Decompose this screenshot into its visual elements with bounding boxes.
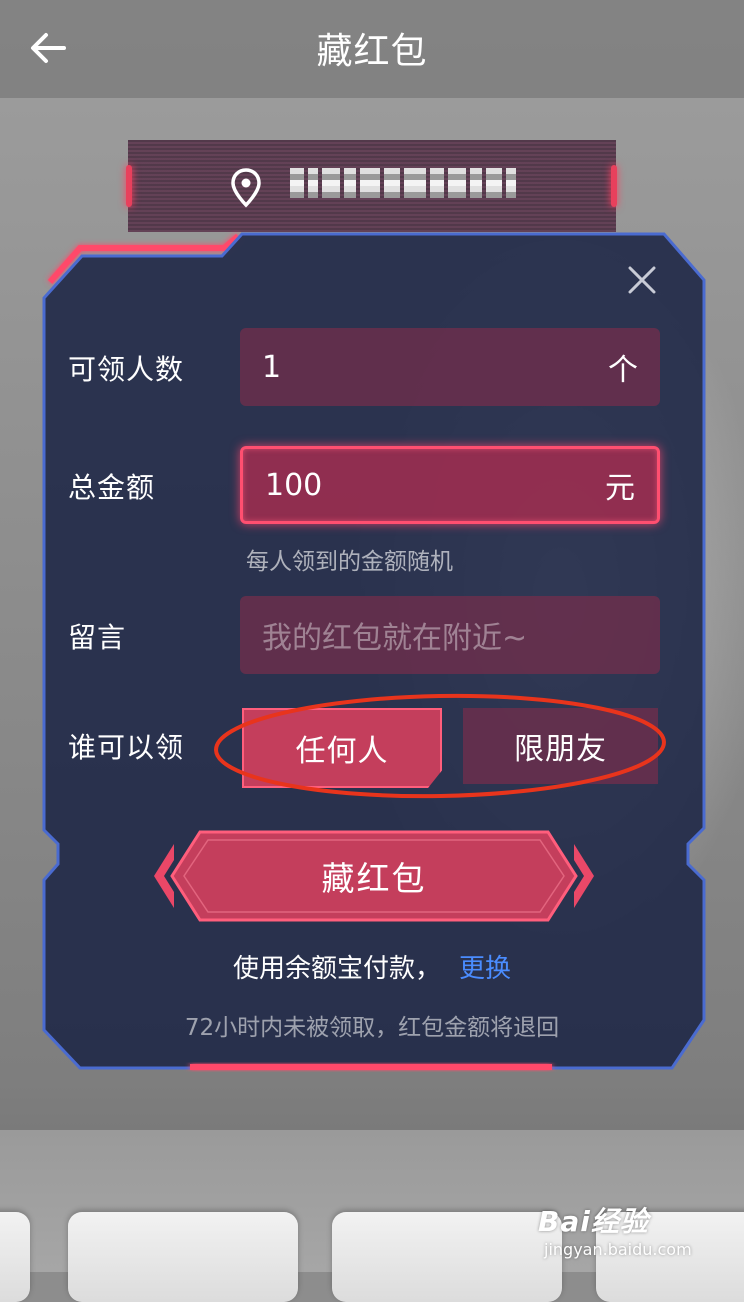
who-can-claim-label: 谁可以领 bbox=[68, 731, 185, 764]
watermark-brand: Bai经验 bbox=[538, 1205, 649, 1238]
count-unit: 个 bbox=[608, 353, 638, 388]
count-value: 1 bbox=[262, 349, 282, 385]
close-button[interactable] bbox=[620, 258, 664, 302]
message-placeholder: 我的红包就在附近~ bbox=[262, 621, 528, 656]
baidu-jingyan-watermark: Bai经验 jingyan.baidu.com bbox=[538, 1200, 728, 1264]
payment-info: 使用余额宝付款， 更换 bbox=[0, 948, 744, 985]
hide-red-packet-button[interactable]: 藏红包 bbox=[180, 832, 568, 920]
change-payment-link[interactable]: 更换 bbox=[459, 954, 511, 984]
amount-hint: 每人领到的金额随机 bbox=[246, 549, 453, 575]
message-label: 留言 bbox=[68, 621, 127, 654]
payment-method-text: 使用余额宝付款， bbox=[232, 954, 441, 984]
count-input[interactable]: 1 个 bbox=[240, 328, 660, 406]
amount-label: 总金额 bbox=[68, 471, 156, 504]
message-input[interactable]: 我的红包就在附近~ bbox=[240, 596, 660, 674]
annotation-ellipse bbox=[214, 693, 666, 799]
close-icon bbox=[628, 266, 656, 294]
refund-note: 72小时内未被领取，红包金额将退回 bbox=[184, 1015, 560, 1041]
count-label: 可领人数 bbox=[68, 353, 185, 386]
amount-unit: 元 bbox=[605, 471, 635, 506]
watermark-url: jingyan.baidu.com bbox=[544, 1240, 692, 1259]
amount-input[interactable]: 100 元 bbox=[240, 446, 660, 524]
amount-value: 100 bbox=[265, 467, 323, 503]
